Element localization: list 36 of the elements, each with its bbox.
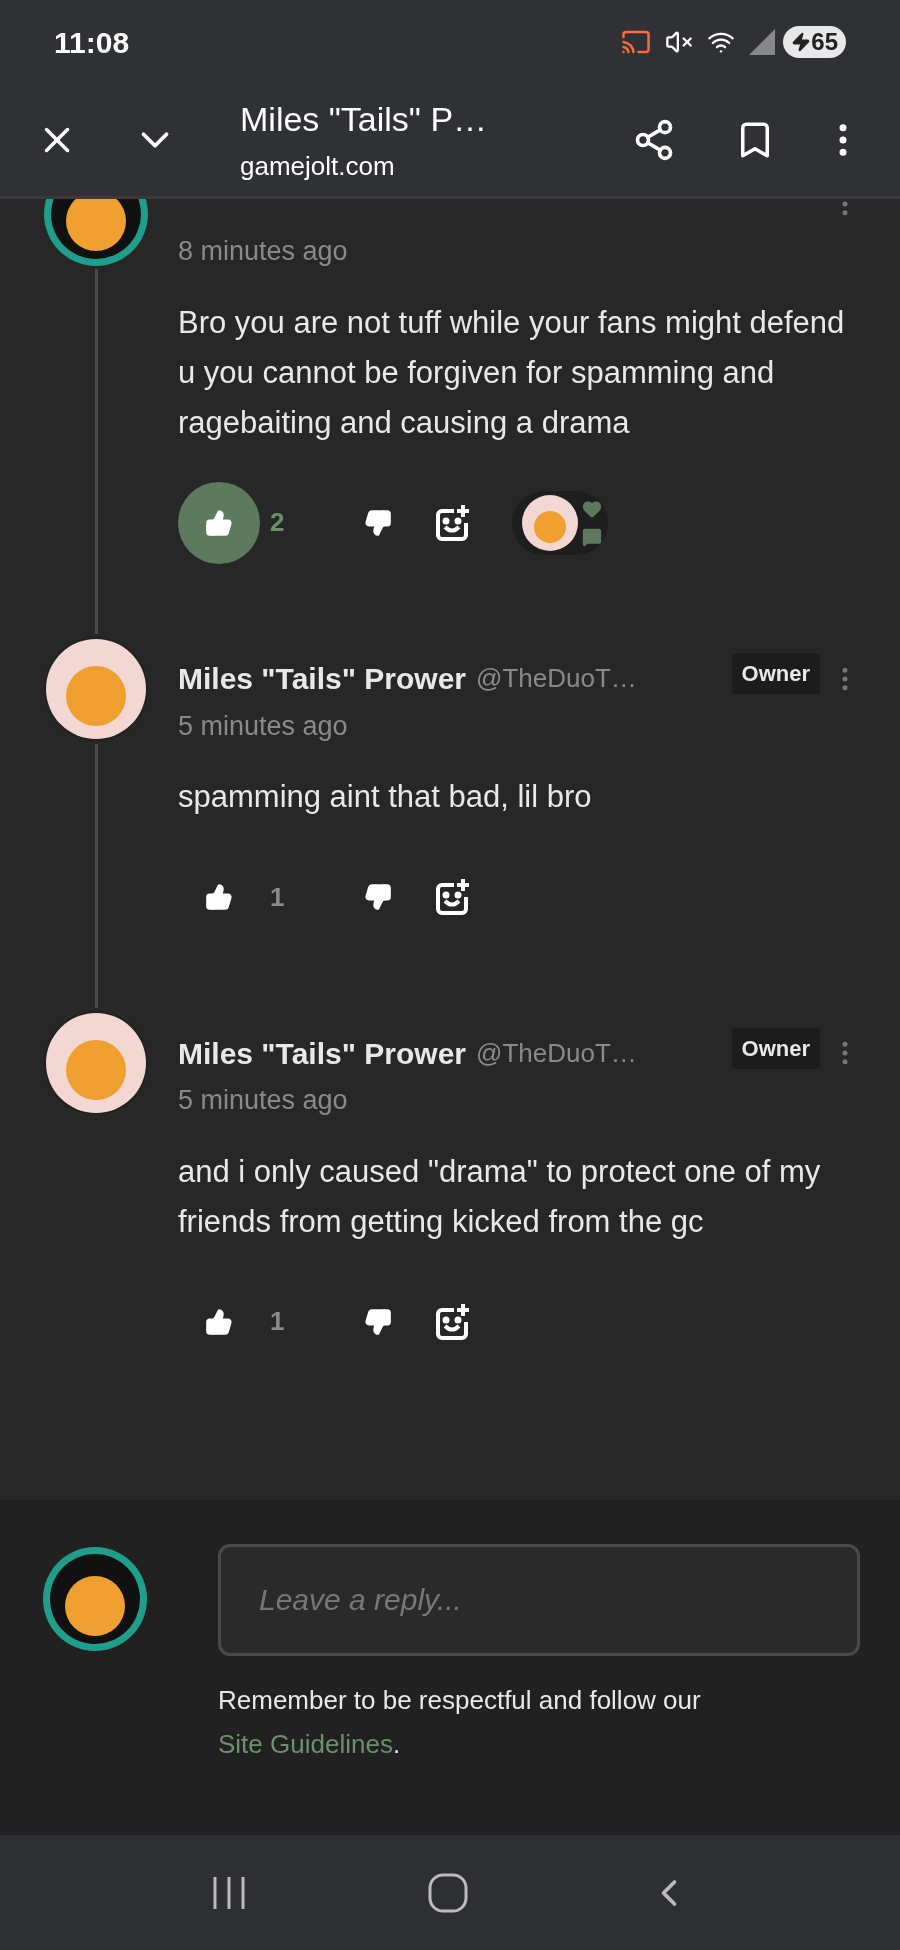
timestamp: 8 minutes ago [178,235,349,268]
thumbs-down-icon [364,883,392,911]
page-title: Miles "Tails" P… [240,99,489,140]
thumbs-down-icon [364,1307,392,1336]
comment-text: spamming aint that bad, lil bro [178,778,593,816]
comment-text: Bro you are not tuff while your fans might defend u you cannot be forgiven for spamming and ragebaiting and causing a drama [178,303,846,442]
signal-icon [749,29,776,55]
page-url: gamejolt.com [240,150,396,183]
thumbs-up-icon [205,508,233,537]
owner-badge: Owner [731,1027,820,1069]
timestamp: 5 minutes ago [178,1084,349,1117]
author-name[interactable]: Miles "Tails" Prower [178,656,466,701]
avatar [522,494,578,551]
guidelines-notice: Remember to be respectful and follow our Site Guidelines. [218,1684,702,1761]
battery-level: 65 [811,27,838,57]
user-handle: @TheDuoT… [476,1036,637,1070]
thumbs-down-icon [364,508,392,537]
like-count: 1 [270,880,286,914]
like-count: 2 [270,506,286,539]
home-icon[interactable] [428,1872,468,1913]
avatar[interactable] [40,1544,150,1654]
timestamp: 5 minutes ago [178,709,349,743]
author-name[interactable]: Miles "Tails" Prower [178,1030,466,1076]
site-guidelines-link[interactable]: Site Guidelines [218,1729,393,1759]
user-handle: @TheDuoT… [476,662,637,695]
comment-icon [582,526,602,547]
thumbs-up-icon [205,1307,233,1336]
charging-icon [791,32,812,52]
heart-icon [582,498,602,519]
like-count: 1 [270,1305,286,1338]
reply-field[interactable]: Leave a reply... [218,1544,860,1656]
status-time: 11:08 [54,24,130,61]
owner-badge: Owner [731,653,820,694]
thumbs-up-icon [205,883,233,911]
avatar[interactable] [41,1008,151,1118]
comment-text: and i only caused "drama" to protect one of my friends from getting kicked from the gc [178,1152,822,1241]
